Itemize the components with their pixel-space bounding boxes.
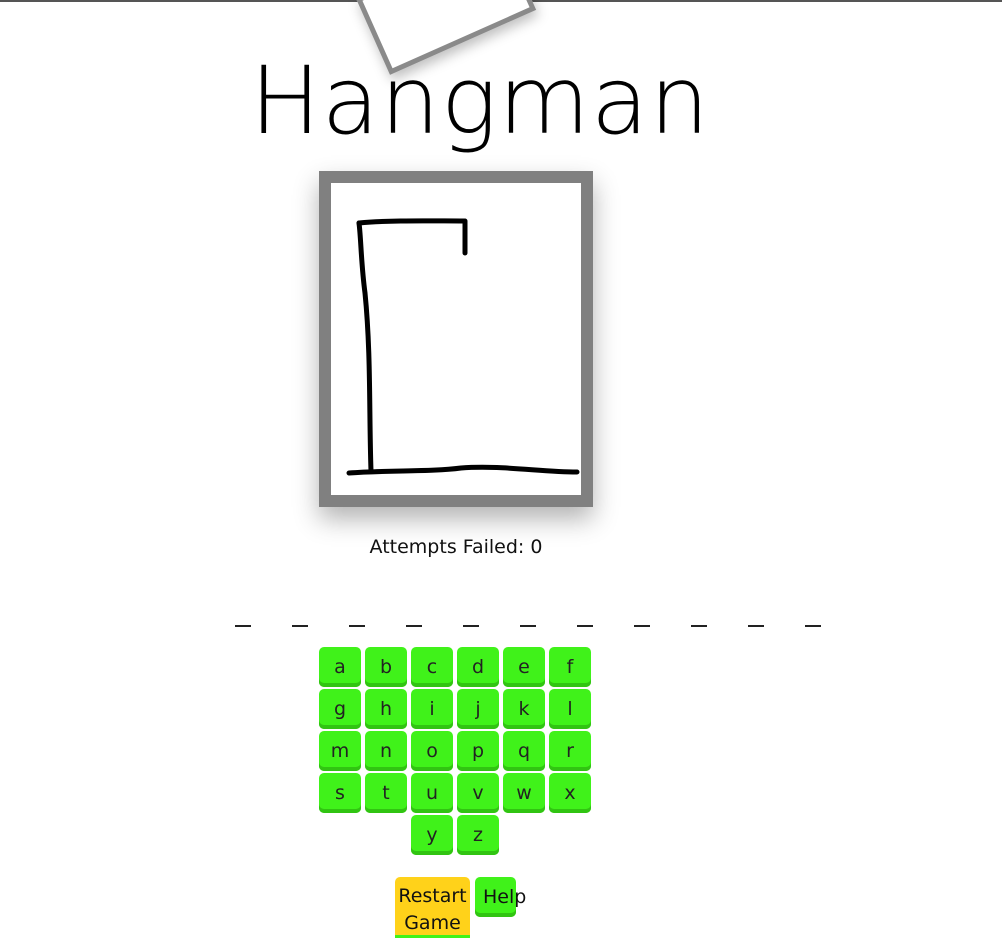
attempts-label: Attempts Failed: [369,536,531,558]
letter-key-t[interactable]: t [365,773,407,813]
letter-key-u[interactable]: u [411,773,453,813]
letter-key-i[interactable]: i [411,689,453,729]
letter-slot [748,625,764,627]
letter-key-l[interactable]: l [549,689,591,729]
attempts-failed: Attempts Failed: 0 [0,534,912,560]
letter-key-z[interactable]: z [457,815,499,855]
letter-key-d[interactable]: d [457,647,499,687]
letter-slot [292,625,308,627]
letter-key-w[interactable]: w [503,773,545,813]
letter-key-x[interactable]: x [549,773,591,813]
letter-key-g[interactable]: g [319,689,361,729]
letter-key-q[interactable]: q [503,731,545,771]
letter-slot [406,625,422,627]
letter-slot [520,625,536,627]
letter-slot [634,625,650,627]
letter-slot [577,625,593,627]
letter-slot [463,625,479,627]
gallows-pole [356,220,374,474]
hangman-drawing-frame [319,171,593,507]
help-button[interactable]: Help [475,877,526,917]
attempts-count: 0 [530,536,543,558]
gallows-base [346,464,580,476]
letter-key-s[interactable]: s [319,773,361,813]
restart-game-button[interactable]: Restart Game [395,877,470,938]
letter-slot [805,625,821,627]
letter-keyboard: abcdef ghijkl mnopqr stuvwx yz [319,647,597,861]
letter-key-v[interactable]: v [457,773,499,813]
letter-key-f[interactable]: f [549,647,591,687]
letter-key-j[interactable]: j [457,689,499,729]
letter-key-n[interactable]: n [365,731,407,771]
letter-key-o[interactable]: o [411,731,453,771]
letter-key-k[interactable]: k [503,689,545,729]
letter-key-y[interactable]: y [411,815,453,855]
letter-key-e[interactable]: e [503,647,545,687]
gallows-drawing [346,218,580,476]
letter-key-c[interactable]: c [411,647,453,687]
page-title: Hangman [250,47,711,156]
letter-key-p[interactable]: p [457,731,499,771]
gallows-beam [356,218,467,226]
letter-key-h[interactable]: h [365,689,407,729]
letter-slot [349,625,365,627]
letter-slot [691,625,707,627]
letter-slot [235,625,251,627]
letter-key-a[interactable]: a [319,647,361,687]
letter-key-m[interactable]: m [319,731,361,771]
letter-key-b[interactable]: b [365,647,407,687]
letter-key-r[interactable]: r [549,731,591,771]
